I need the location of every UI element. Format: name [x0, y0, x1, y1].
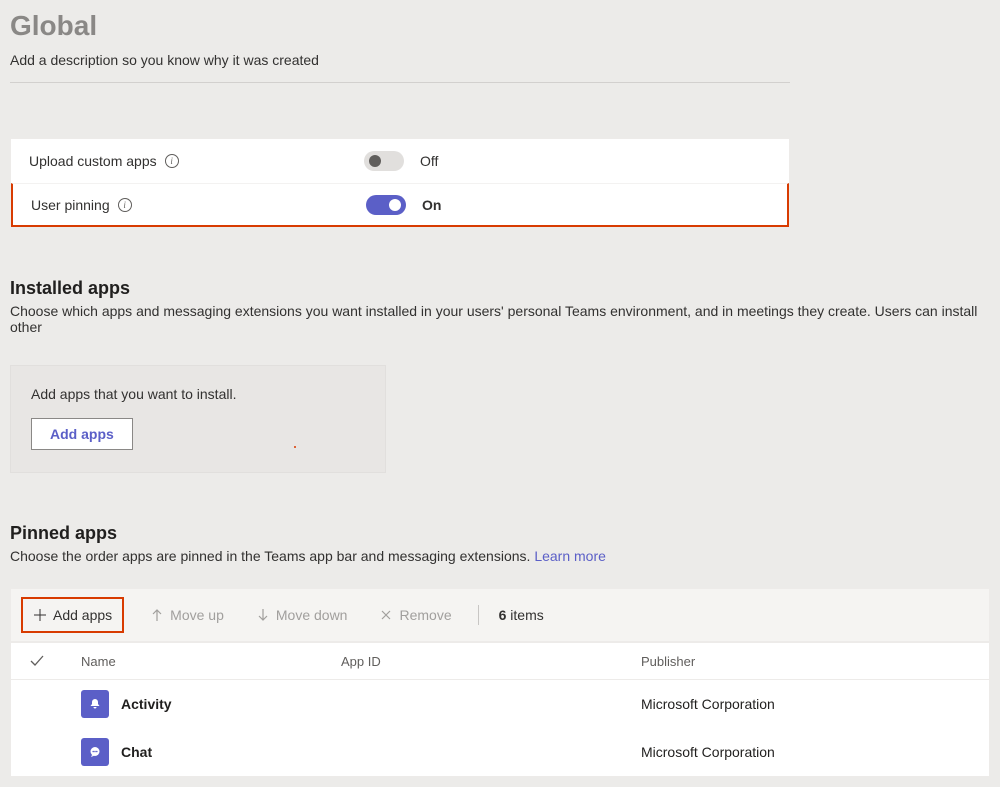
- pinned-apps-heading: Pinned apps: [10, 523, 990, 544]
- arrow-up-icon: [150, 608, 164, 622]
- installed-apps-desc: Choose which apps and messaging extensio…: [10, 303, 990, 335]
- move-up-label: Move up: [170, 607, 224, 623]
- remove-label: Remove: [399, 607, 451, 623]
- pinned-apps-desc: Choose the order apps are pinned in the …: [10, 548, 990, 564]
- toolbar-add-apps-button[interactable]: Add apps: [21, 597, 124, 633]
- publisher-cell: Microsoft Corporation: [641, 696, 971, 712]
- installed-apps-heading: Installed apps: [10, 278, 990, 299]
- table-row[interactable]: Chat Microsoft Corporation: [11, 728, 989, 776]
- table-header: Name App ID Publisher: [11, 643, 989, 680]
- install-card-text: Add apps that you want to install.: [31, 386, 365, 402]
- chat-icon: [81, 738, 109, 766]
- info-icon[interactable]: i: [165, 154, 179, 168]
- page-description: Add a description so you know why it was…: [10, 52, 790, 83]
- plus-icon: [33, 608, 47, 622]
- info-icon[interactable]: i: [118, 198, 132, 212]
- table-row[interactable]: Activity Microsoft Corporation: [11, 680, 989, 728]
- header-app-id[interactable]: App ID: [341, 654, 641, 669]
- toolbar-add-apps-label: Add apps: [53, 607, 112, 623]
- upload-custom-apps-label: Upload custom apps: [29, 153, 157, 169]
- learn-more-link[interactable]: Learn more: [534, 548, 606, 564]
- move-down-label: Move down: [276, 607, 348, 623]
- arrow-down-icon: [256, 608, 270, 622]
- user-pinning-state: On: [422, 197, 441, 213]
- header-publisher[interactable]: Publisher: [641, 654, 971, 669]
- pinned-apps-toolbar: Add apps Move up Move down Remove 6 item…: [10, 588, 990, 642]
- item-count: 6 items: [499, 607, 544, 623]
- user-pinning-toggle[interactable]: [366, 195, 406, 215]
- x-icon: [379, 608, 393, 622]
- app-name: Activity: [121, 696, 172, 712]
- add-apps-button[interactable]: Add apps: [31, 418, 133, 450]
- install-apps-card: Add apps that you want to install. Add a…: [10, 365, 386, 473]
- remove-button: Remove: [373, 603, 457, 627]
- move-down-button: Move down: [250, 603, 354, 627]
- decorative-dot: [294, 446, 296, 448]
- bell-icon: [81, 690, 109, 718]
- settings-panel: Upload custom apps i Off User pinning i …: [10, 138, 790, 228]
- upload-custom-apps-row: Upload custom apps i Off: [11, 139, 789, 183]
- publisher-cell: Microsoft Corporation: [641, 744, 971, 760]
- toolbar-divider: [478, 605, 479, 625]
- header-name[interactable]: Name: [81, 654, 341, 669]
- checkmark-icon[interactable]: [29, 653, 45, 669]
- user-pinning-row: User pinning i On: [11, 183, 789, 227]
- pinned-apps-table: Name App ID Publisher Activity Microsoft…: [10, 642, 990, 777]
- page-title: Global: [10, 10, 990, 42]
- upload-custom-apps-state: Off: [420, 153, 438, 169]
- move-up-button: Move up: [144, 603, 230, 627]
- upload-custom-apps-toggle[interactable]: [364, 151, 404, 171]
- app-name: Chat: [121, 744, 152, 760]
- pinned-apps-desc-text: Choose the order apps are pinned in the …: [10, 548, 534, 564]
- user-pinning-label: User pinning: [31, 197, 110, 213]
